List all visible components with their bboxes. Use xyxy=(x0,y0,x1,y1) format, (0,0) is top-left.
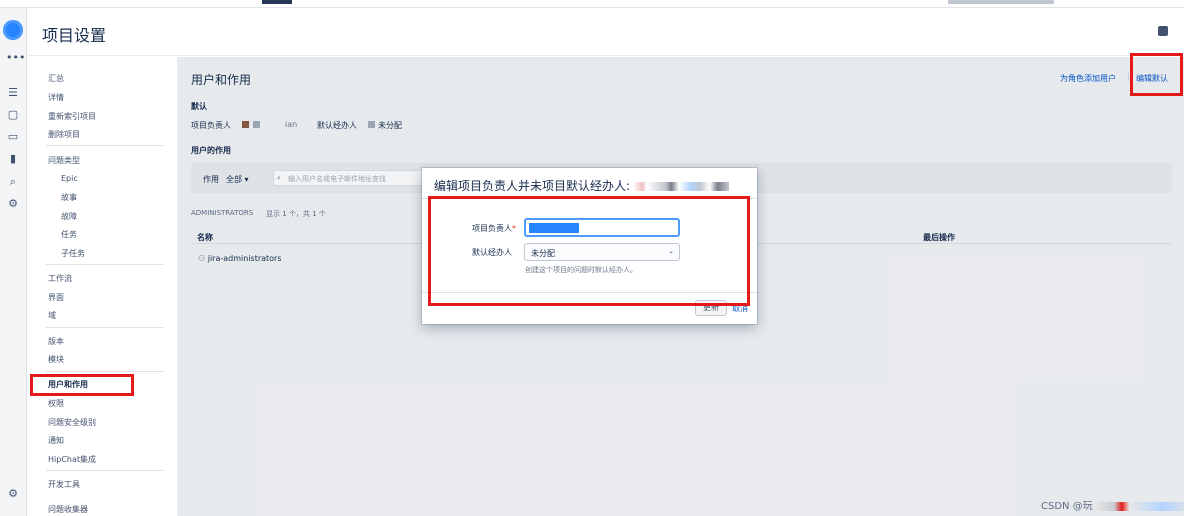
highlight-box-dialog-fields xyxy=(428,196,750,306)
sidebar-item-components[interactable]: 模块 xyxy=(48,354,64,365)
sidebar-item-subtask[interactable]: 子任务 xyxy=(61,248,85,259)
sidebar-item-reindex[interactable]: 重新索引项目 xyxy=(48,111,96,122)
search-issues-icon[interactable]: ⌕ xyxy=(6,175,20,189)
sidebar-divider xyxy=(46,145,164,146)
sidebar-item-workflows[interactable]: 工作流 xyxy=(48,273,72,284)
watermark-redacted xyxy=(1094,501,1184,511)
sidebar-item-dev-tools[interactable]: 开发工具 xyxy=(48,479,80,490)
dialog-title: 编辑项目负责人并未项目默认经办人: xyxy=(434,177,730,194)
jira-logo-icon[interactable] xyxy=(3,20,23,40)
sidebar-divider xyxy=(46,371,164,372)
page-title: 项目设置 xyxy=(42,26,107,45)
sidebar-item-issue-security[interactable]: 问题安全级别 xyxy=(48,417,96,428)
feedback-icon[interactable] xyxy=(1158,26,1168,36)
components-icon[interactable]: ⚙ xyxy=(6,197,20,211)
sidebar-item-notifications[interactable]: 通知 xyxy=(48,435,64,446)
sidebar-item-issue-types[interactable]: 问题类型 xyxy=(48,155,80,166)
sidebar-item-story[interactable]: 故事 xyxy=(61,192,77,203)
sidebar-item-delete[interactable]: 删除项目 xyxy=(48,129,80,140)
sidebar-panel-icon[interactable]: ▢ xyxy=(6,108,20,122)
highlight-box-users-roles xyxy=(30,374,134,396)
sidebar-divider xyxy=(46,264,164,265)
sidebar-item-permissions[interactable]: 权限 xyxy=(48,398,64,409)
sidebar-item-summary[interactable]: 汇总 xyxy=(48,73,64,84)
more-icon[interactable]: ••• xyxy=(6,51,25,65)
board-icon[interactable]: ☰ xyxy=(6,86,20,100)
project-settings-sidebar: 汇总 详情 重新索引项目 删除项目 问题类型 Epic 故事 故障 任务 子任务… xyxy=(28,57,178,516)
sidebar-item-details[interactable]: 详情 xyxy=(48,92,64,103)
folder-icon[interactable]: ▭ xyxy=(6,130,20,144)
top-bar xyxy=(0,0,1184,8)
sidebar-item-hipchat[interactable]: HipChat集成 xyxy=(48,454,96,465)
settings-gear-icon[interactable]: ⚙ xyxy=(6,487,20,501)
top-bar-search[interactable] xyxy=(948,0,1054,4)
global-nav: ••• ☰ ▢ ▭ ▮ ⌕ ⚙ ⚙ xyxy=(0,8,27,516)
dialog-title-text: 编辑项目负责人并未项目默认经办人: xyxy=(434,179,631,193)
sidebar-divider xyxy=(46,470,164,471)
sidebar-item-screens[interactable]: 界面 xyxy=(48,292,64,303)
sidebar-item-epic[interactable]: Epic xyxy=(61,174,78,183)
sidebar-item-fields[interactable]: 域 xyxy=(48,310,56,321)
csdn-watermark: CSDN @玩 xyxy=(1041,497,1184,512)
top-bar-tab[interactable] xyxy=(262,0,292,4)
sidebar-item-issue-collectors[interactable]: 问题收集器 xyxy=(48,504,88,515)
highlight-box-edit-defaults xyxy=(1130,53,1183,96)
sidebar-item-versions[interactable]: 版本 xyxy=(48,336,64,347)
sidebar-divider xyxy=(46,327,164,328)
sidebar-item-bug[interactable]: 故障 xyxy=(61,211,77,222)
redacted-name xyxy=(633,182,730,191)
sidebar-item-task[interactable]: 任务 xyxy=(61,229,77,240)
reports-icon[interactable]: ▮ xyxy=(6,152,20,166)
watermark-text: CSDN @玩 xyxy=(1041,501,1093,512)
page-header: 项目设置 xyxy=(28,8,1184,56)
